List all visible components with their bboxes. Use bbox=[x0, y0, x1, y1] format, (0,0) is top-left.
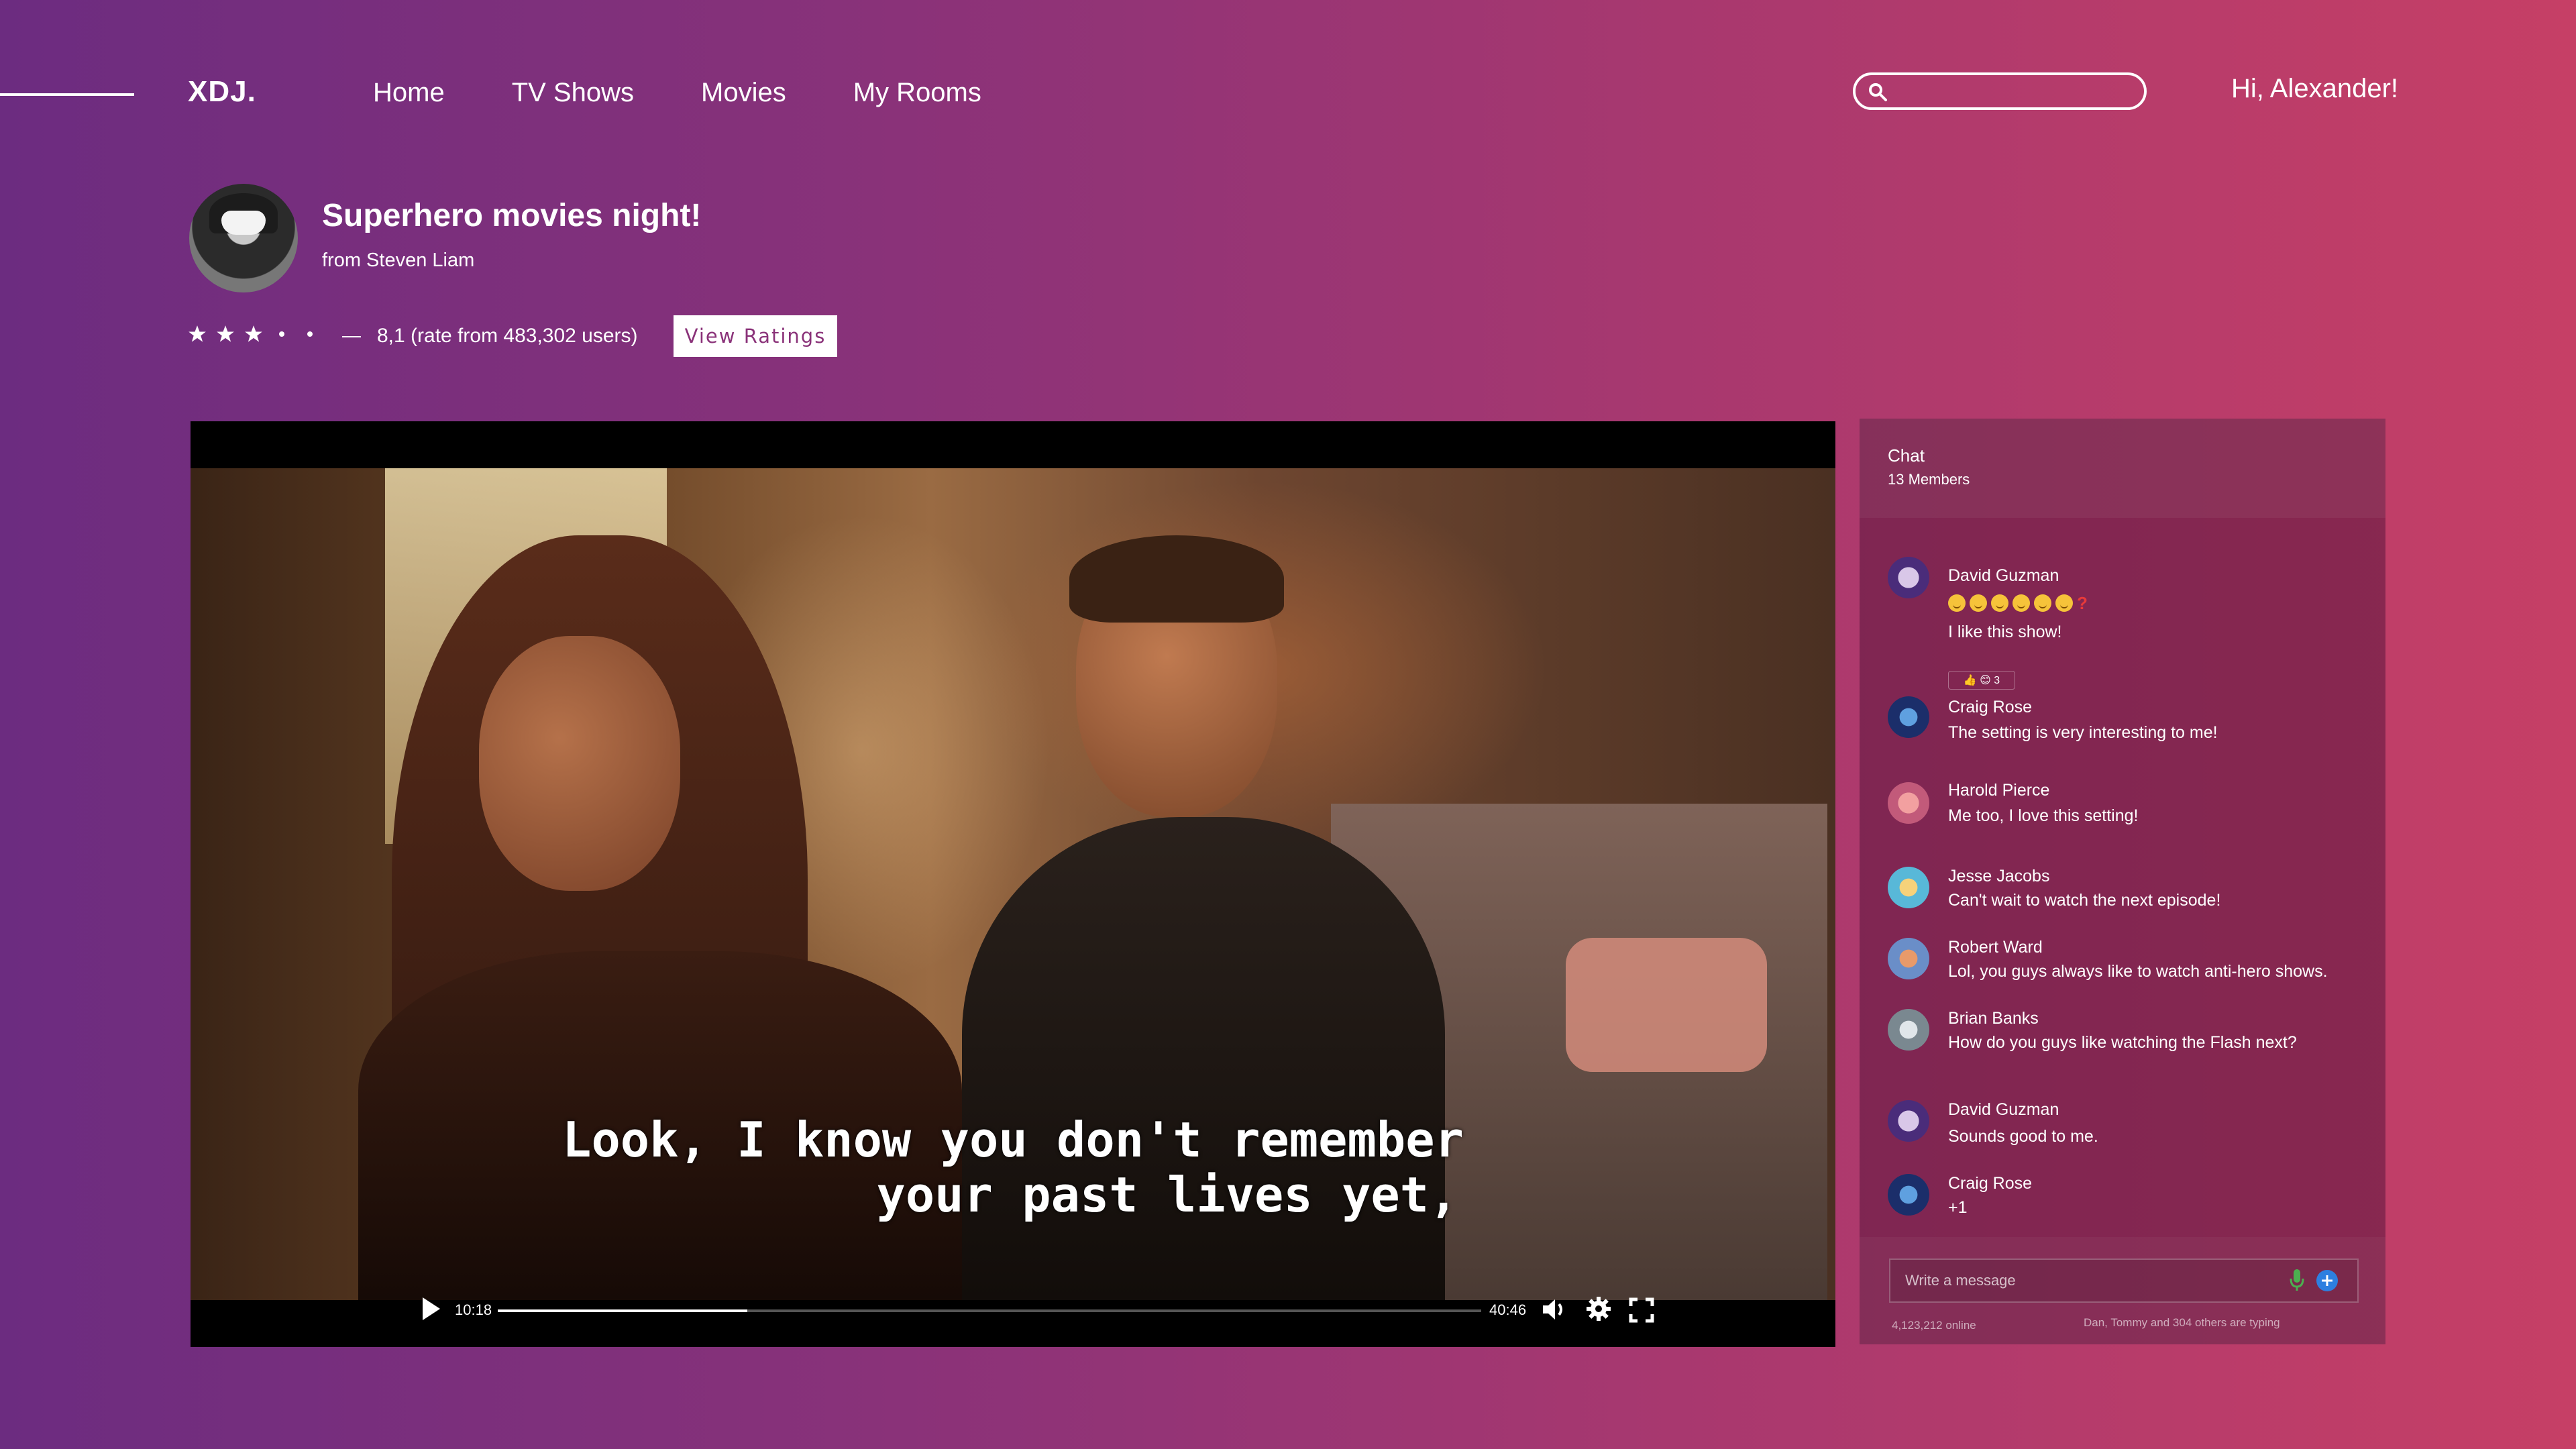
message-text: I like this show! bbox=[1948, 623, 2062, 641]
main-nav: Home TV Shows Movies My Rooms bbox=[373, 78, 1049, 108]
player-controls: 10:18 40:46 bbox=[191, 1291, 1835, 1331]
gear-icon[interactable] bbox=[1586, 1296, 1611, 1322]
fullscreen-icon[interactable] bbox=[1629, 1297, 1654, 1323]
typing-indicator: Dan, Tommy and 304 others are typing bbox=[2084, 1316, 2280, 1329]
subtitle-line-2: your past lives yet, bbox=[876, 1167, 1458, 1223]
emoji-reactions[interactable]: ? bbox=[1948, 594, 2088, 612]
search-icon bbox=[1869, 83, 1887, 101]
message-text: How do you guys like watching the Flash … bbox=[1948, 1033, 2297, 1052]
current-time: 10:18 bbox=[455, 1301, 492, 1318]
message-author: Robert Ward bbox=[1948, 938, 2043, 957]
emoji-icon[interactable] bbox=[1991, 594, 2008, 612]
message-input[interactable] bbox=[1889, 1258, 2359, 1303]
message-author: Craig Rose bbox=[1948, 1174, 2033, 1193]
nav-tv-shows[interactable]: TV Shows bbox=[512, 78, 634, 108]
avatar[interactable] bbox=[1888, 938, 1929, 979]
message-text: Can't wait to watch the next episode! bbox=[1948, 891, 2221, 910]
online-count: 4,123,212 online bbox=[1892, 1319, 1976, 1332]
view-ratings-button[interactable]: View Ratings bbox=[674, 315, 837, 357]
emoji-icon[interactable] bbox=[2012, 594, 2030, 612]
host-avatar bbox=[189, 184, 298, 292]
nav-movies[interactable]: Movies bbox=[701, 78, 786, 108]
message-text: +1 bbox=[1948, 1198, 1968, 1217]
emoji-icon[interactable] bbox=[2055, 594, 2073, 612]
message-author: David Guzman bbox=[1948, 566, 2059, 585]
avatar[interactable] bbox=[1888, 782, 1929, 824]
message-text: Lol, you guys always like to watch anti-… bbox=[1948, 962, 2328, 981]
subtitle-line-1: Look, I know you don't remember bbox=[562, 1112, 1464, 1168]
chat-panel: Chat 13 Members David Guzman ? I like th… bbox=[1860, 419, 2385, 1344]
user-greeting[interactable]: Hi, Alexander! bbox=[2231, 74, 2398, 104]
volume-icon[interactable] bbox=[1542, 1297, 1568, 1322]
message-author: Brian Banks bbox=[1948, 1009, 2039, 1028]
star-icon bbox=[189, 325, 206, 342]
avatar[interactable] bbox=[1888, 1009, 1929, 1051]
play-icon[interactable] bbox=[421, 1296, 441, 1322]
message-author: Harold Pierce bbox=[1948, 781, 2050, 800]
message-author: Jesse Jacobs bbox=[1948, 867, 2050, 885]
avatar[interactable] bbox=[1888, 1100, 1929, 1142]
room-title: Superhero movies night! bbox=[322, 198, 702, 233]
message-text: Me too, I love this setting! bbox=[1948, 806, 2139, 825]
emoji-icon[interactable] bbox=[2034, 594, 2051, 612]
reaction-badge[interactable]: 👍 😊 3 bbox=[1948, 671, 2015, 690]
message-author: Craig Rose bbox=[1948, 698, 2033, 716]
video-player[interactable]: Look, I know you don't remember your pas… bbox=[191, 421, 1835, 1347]
star-icon bbox=[217, 325, 234, 342]
emoji-icon[interactable] bbox=[1970, 594, 1987, 612]
star-icon bbox=[245, 325, 262, 342]
avatar[interactable] bbox=[1888, 557, 1929, 598]
nav-my-rooms[interactable]: My Rooms bbox=[853, 78, 981, 108]
chat-header: Chat 13 Members bbox=[1860, 419, 2385, 518]
rating-text: 8,1 (rate from 483,302 users) bbox=[377, 325, 638, 347]
video-subtitle: Look, I know you don't remember your pas… bbox=[191, 1112, 1835, 1222]
nav-home[interactable]: Home bbox=[373, 78, 445, 108]
empty-star-dot bbox=[279, 331, 284, 337]
rating-stars bbox=[188, 325, 319, 343]
message-author: David Guzman bbox=[1948, 1100, 2059, 1119]
avatar[interactable] bbox=[1888, 696, 1929, 738]
total-time: 40:46 bbox=[1489, 1301, 1527, 1318]
rating-separator bbox=[342, 336, 361, 337]
progress-bar[interactable] bbox=[498, 1309, 1481, 1312]
microphone-icon[interactable] bbox=[2289, 1268, 2305, 1292]
nav-accent-line bbox=[0, 93, 134, 96]
chat-footer: 4,123,212 online Dan, Tommy and 304 othe… bbox=[1860, 1237, 2385, 1344]
emoji-icon[interactable] bbox=[1948, 594, 1966, 612]
message-text: The setting is very interesting to me! bbox=[1948, 723, 2218, 742]
progress-fill bbox=[498, 1309, 748, 1312]
add-attachment-icon[interactable] bbox=[2316, 1269, 2339, 1292]
message-text: Sounds good to me. bbox=[1948, 1127, 2098, 1146]
room-host: from Steven Liam bbox=[322, 250, 475, 271]
search-input[interactable] bbox=[1853, 72, 2147, 110]
app-logo[interactable]: XDJ. bbox=[188, 75, 256, 109]
chat-member-count[interactable]: 13 Members bbox=[1888, 471, 1970, 488]
chat-title: Chat bbox=[1888, 445, 1925, 466]
avatar[interactable] bbox=[1888, 1174, 1929, 1216]
empty-star-dot bbox=[307, 331, 313, 337]
avatar[interactable] bbox=[1888, 867, 1929, 908]
more-emoji-icon[interactable]: ? bbox=[2077, 594, 2088, 612]
